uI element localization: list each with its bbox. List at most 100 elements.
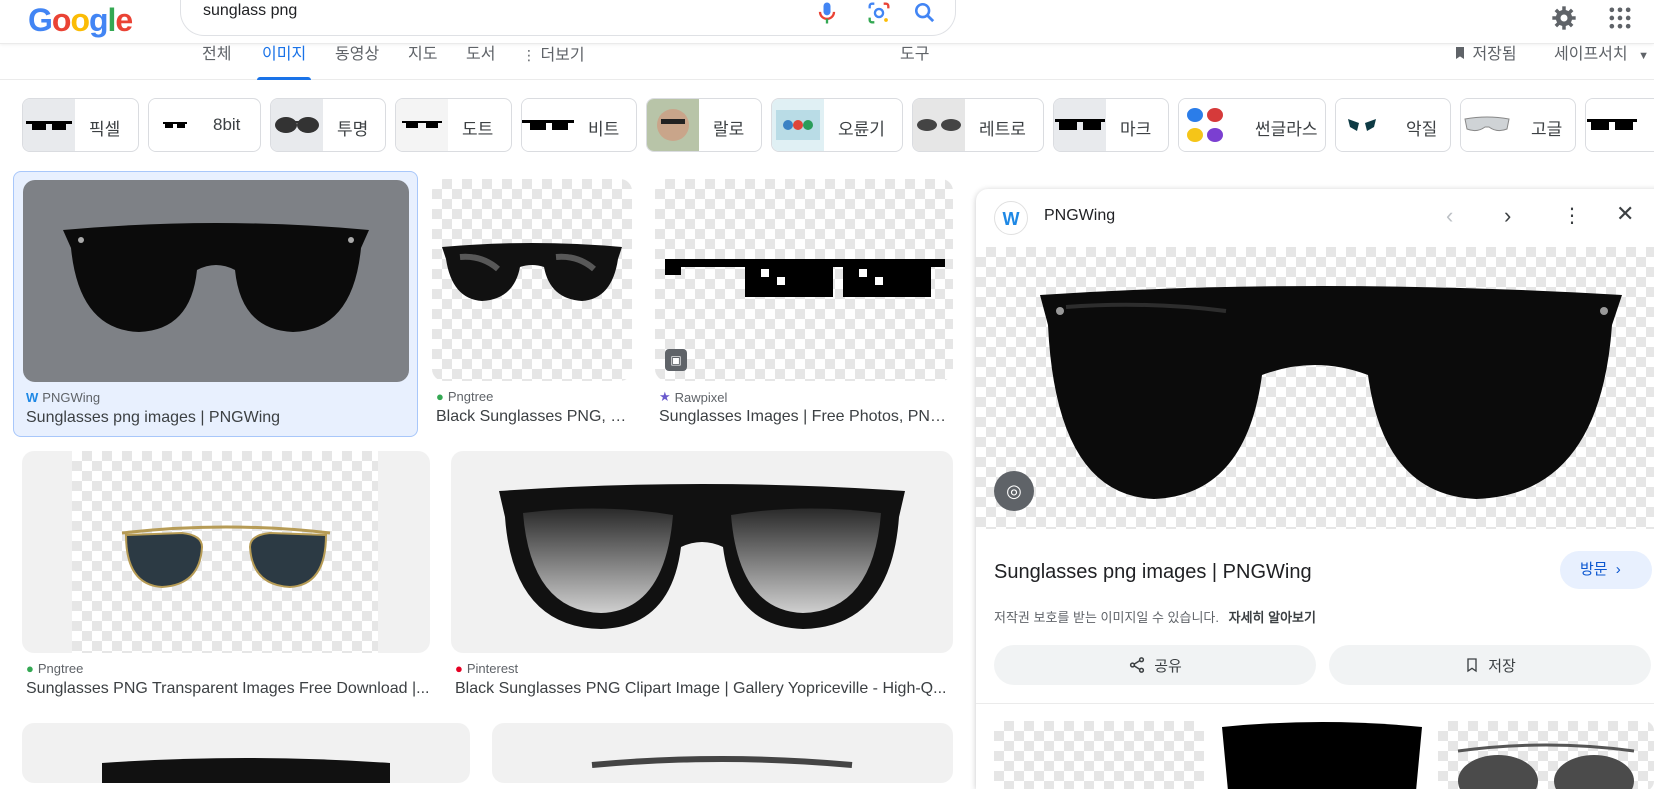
chip-label: 썬글라스 — [1255, 120, 1318, 139]
microphone-icon[interactable] — [813, 0, 841, 27]
result-title[interactable]: Black Sunglasses PNG, V... — [436, 408, 632, 426]
lens-icon[interactable] — [865, 0, 893, 27]
chip-thumbnail — [913, 99, 965, 151]
result-card-6[interactable] — [22, 723, 470, 783]
panel-source[interactable]: PNGWing — [1044, 207, 1115, 225]
chip-more[interactable] — [1585, 98, 1654, 152]
caret-down-icon: ▼ — [1638, 50, 1649, 62]
result-card-3[interactable]: ▣ ★ Rawpixel Sunglasses Images | Free Ph… — [655, 179, 953, 437]
chip-8bit[interactable]: 8bit — [148, 98, 261, 152]
result-title[interactable]: Sunglasses PNG Transparent Images Free D… — [26, 680, 430, 698]
chip-thumbnail — [1461, 99, 1513, 151]
bookmark-outline-icon — [1467, 658, 1477, 673]
save-label: 저장 — [1488, 657, 1516, 675]
result-source[interactable]: W PNGWing — [26, 390, 100, 405]
tab-more-label: 더보기 — [540, 47, 585, 64]
share-button[interactable]: 공유 — [994, 645, 1316, 685]
result-source-label: Pinterest — [466, 661, 519, 676]
result-card-5[interactable]: ● Pinterest Black Sunglasses PNG Clipart… — [451, 451, 953, 711]
google-logo[interactable]: Google — [28, 2, 133, 39]
saved-label: 저장됨 — [1472, 46, 1517, 63]
pinterest-icon: ● — [455, 661, 463, 676]
chip-mark[interactable]: 마크 — [1053, 98, 1169, 152]
tab-videos[interactable]: 동영상 — [335, 44, 379, 80]
more-options-icon[interactable]: ⋮ — [1562, 203, 1582, 228]
safesearch-label: 세이프서치 — [1554, 46, 1628, 63]
chip-sunglasses[interactable]: 썬글라스 — [1178, 98, 1326, 152]
chip-villain[interactable]: 악질 — [1335, 98, 1451, 152]
tab-more[interactable]: ⋮ 더보기 — [522, 44, 585, 80]
result-card-7[interactable] — [492, 723, 953, 783]
tab-books[interactable]: 도서 — [466, 44, 495, 80]
chip-label: 픽셀 — [89, 120, 121, 139]
result-card-2[interactable]: ● Pngtree Black Sunglasses PNG, V... — [432, 179, 632, 437]
chip-label: 마크 — [1120, 120, 1152, 139]
chip-goggles[interactable]: 고글 — [1460, 98, 1576, 152]
result-image[interactable] — [451, 451, 953, 653]
related-thumb-2[interactable] — [1216, 721, 1428, 789]
result-image[interactable] — [22, 451, 430, 653]
chip-label: 오륜기 — [838, 120, 885, 139]
result-source[interactable]: ★ Rawpixel — [659, 389, 727, 405]
search-box[interactable]: sunglass png — [180, 0, 956, 36]
lens-search-icon[interactable]: ◎ — [994, 471, 1034, 511]
rawpixel-icon: ★ — [659, 389, 671, 404]
prev-arrow-icon[interactable]: ‹ — [1446, 203, 1453, 229]
chip-dot[interactable]: 도트 — [395, 98, 512, 152]
chip-ralo[interactable]: 랄로 — [646, 98, 762, 152]
tab-all[interactable]: 전체 — [202, 44, 231, 80]
safesearch-button[interactable]: 세이프서치 ▼ — [1554, 44, 1649, 80]
tab-images[interactable]: 이미지 — [256, 44, 312, 80]
search-tabs: 전체 이미지 동영상 지도 도서 ⋮ 더보기 도구 저장됨 세이프서치 ▼ — [0, 44, 1654, 80]
chip-label: 랄로 — [713, 120, 745, 139]
settings-icon[interactable] — [1550, 4, 1578, 32]
chip-thumbnail — [1179, 99, 1231, 151]
chip-olympic[interactable]: 오륜기 — [771, 98, 903, 152]
tools-button[interactable]: 도구 — [900, 44, 929, 80]
result-image[interactable] — [23, 180, 409, 382]
result-card-4[interactable]: ● Pngtree Sunglasses PNG Transparent Ima… — [22, 451, 430, 711]
pngtree-icon: ● — [436, 389, 444, 404]
result-title[interactable]: Sunglasses png images | PNGWing — [26, 409, 406, 427]
next-arrow-icon[interactable]: › — [1504, 203, 1511, 229]
related-thumb-1[interactable] — [994, 721, 1204, 789]
share-label: 공유 — [1154, 657, 1182, 675]
visit-button[interactable]: 방문 › — [1560, 551, 1652, 589]
result-source-label: Pngtree — [447, 389, 494, 404]
learn-more-link[interactable]: 자세히 알아보기 — [1229, 610, 1316, 625]
apps-grid-icon[interactable] — [1606, 4, 1634, 32]
result-image[interactable] — [432, 179, 632, 381]
search-input[interactable]: sunglass png — [203, 2, 297, 20]
preview-image[interactable]: ◎ — [976, 247, 1654, 529]
related-chips: 픽셀 8bit 투명 도트 비트 랄로 오륜기 레트로 마크 썬글라스 악질 고… — [0, 98, 1654, 152]
result-card-1[interactable]: W PNGWing Sunglasses png images | PNGWin… — [13, 171, 418, 437]
chip-retro[interactable]: 레트로 — [912, 98, 1044, 152]
saved-button[interactable]: 저장됨 — [1452, 44, 1517, 80]
pngwing-logo-icon: W — [994, 201, 1028, 235]
close-icon[interactable]: ✕ — [1616, 201, 1634, 227]
more-vert-icon: ⋮ — [522, 47, 536, 63]
chip-thumbnail — [522, 99, 574, 151]
search-icon[interactable] — [911, 0, 939, 27]
chip-transparent[interactable]: 투명 — [270, 98, 386, 152]
bookmark-icon — [1456, 47, 1464, 59]
result-title[interactable]: Black Sunglasses PNG Clipart Image | Gal… — [455, 680, 953, 698]
copyright-note: 저작권 보호를 받는 이미지일 수 있습니다. 자세히 알아보기 — [994, 607, 1316, 626]
chip-thumbnail — [1336, 99, 1388, 151]
panel-title[interactable]: Sunglasses png images | PNGWing — [994, 561, 1312, 584]
chip-bit[interactable]: 비트 — [521, 98, 637, 152]
tab-maps[interactable]: 지도 — [408, 44, 437, 80]
chip-pixel[interactable]: 픽셀 — [22, 98, 139, 152]
result-source[interactable]: ● Pngtree — [436, 389, 493, 404]
result-source[interactable]: ● Pinterest — [455, 661, 518, 676]
image-badge-icon: ▣ — [665, 349, 687, 371]
pngwing-icon: W — [26, 390, 39, 405]
share-icon — [1130, 657, 1145, 673]
chip-thumbnail — [149, 99, 201, 151]
result-image[interactable]: ▣ — [655, 179, 953, 381]
result-title[interactable]: Sunglasses Images | Free Photos, PNG... — [659, 408, 953, 426]
result-source[interactable]: ● Pngtree — [26, 661, 83, 676]
related-thumb-3[interactable] — [1438, 721, 1654, 789]
chip-label: 투명 — [337, 120, 369, 139]
save-button[interactable]: 저장 — [1329, 645, 1651, 685]
